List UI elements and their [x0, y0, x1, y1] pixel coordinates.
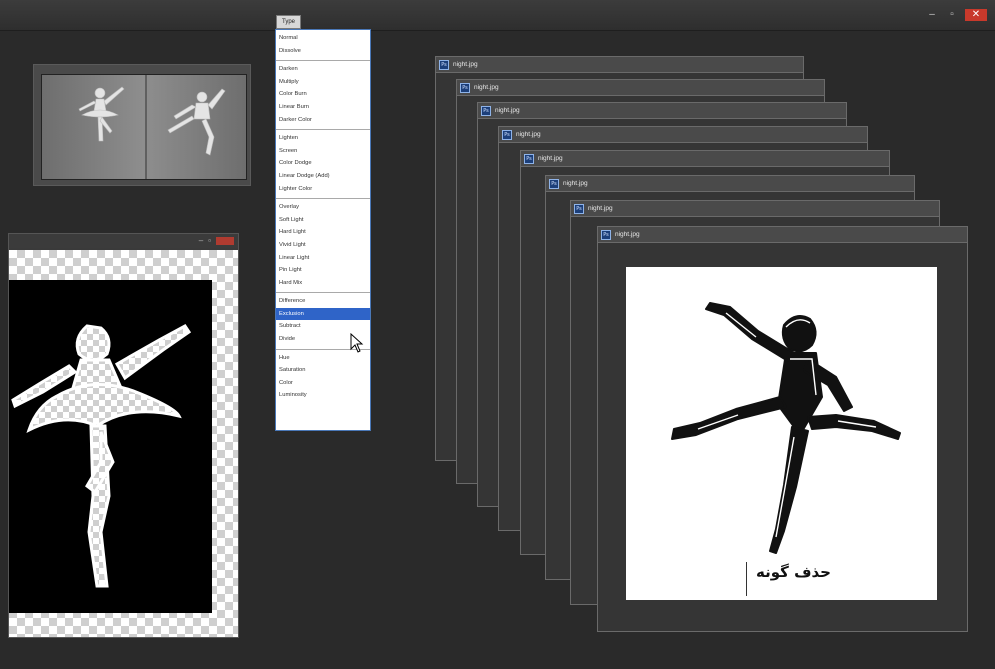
photoshop-icon: Ps	[502, 129, 512, 140]
blend-mode-option[interactable]: Lighter Color	[276, 183, 370, 196]
photoshop-icon: Ps	[524, 153, 534, 164]
document-title: night.jpg	[563, 180, 588, 187]
image-canvas[interactable]: حذف گونه	[626, 267, 937, 600]
caption-text: حذف گونه	[756, 563, 831, 581]
window-controls: – ▫ ✕	[925, 9, 987, 21]
blend-mode-group: Overlay Soft Light Hard Light Vivid Light Li…	[276, 199, 370, 294]
blend-mode-option[interactable]: Vivid Light	[276, 239, 370, 252]
document-tab[interactable]: Ps night.jpg	[521, 151, 889, 167]
blend-mode-option[interactable]: Exclusion	[276, 307, 370, 321]
blend-mode-option[interactable]: Saturation	[276, 364, 370, 377]
blend-mode-option[interactable]: Normal	[276, 32, 370, 45]
document-tab[interactable]: Ps night.jpg	[546, 176, 914, 192]
app-bar: – ▫ ✕	[0, 0, 995, 31]
doc-close-button[interactable]	[216, 237, 234, 245]
document-title: night.jpg	[495, 107, 520, 114]
dancer-illustration	[671, 302, 901, 554]
document-title: night.jpg	[453, 61, 478, 68]
document-titlebar: – ▫	[9, 234, 238, 248]
thumbnail-preview[interactable]	[33, 64, 251, 186]
photoshop-icon: Ps	[481, 105, 491, 116]
document-title: night.jpg	[474, 84, 499, 91]
blend-mode-option[interactable]: Darker Color	[276, 114, 370, 127]
blend-mode-dropdown: Normal Dissolve Darken Multiply Color Burn Li…	[275, 29, 371, 431]
blend-mode-option[interactable]: Color Burn	[276, 88, 370, 101]
text-caret	[746, 562, 747, 596]
photoshop-icon: Ps	[549, 178, 559, 189]
restore-button[interactable]: ▫	[945, 10, 959, 20]
ballerina-thumb-figure	[78, 86, 125, 142]
blend-mode-option[interactable]: Hue	[276, 352, 370, 365]
document-tab[interactable]: Ps night.jpg	[478, 103, 846, 119]
blend-mode-group: Hue Saturation Color Luminosity	[276, 350, 370, 405]
document-tab[interactable]: Ps night.jpg	[457, 80, 824, 96]
document-tab[interactable]: Ps night.jpg	[499, 127, 867, 143]
photoshop-icon: Ps	[601, 229, 611, 240]
blend-mode-group: Normal Dissolve	[276, 30, 370, 62]
photoshop-icon: Ps	[439, 59, 449, 70]
document-window-controls: – ▫	[199, 237, 234, 245]
blend-mode-group: Darken Multiply Color Burn Linear Burn Darke…	[276, 61, 370, 131]
document-tab[interactable]: Ps night.jpg	[571, 201, 939, 217]
document-title: night.jpg	[615, 231, 640, 238]
document-tab[interactable]: Ps night.jpg	[436, 57, 803, 73]
document-window-left[interactable]: – ▫	[8, 233, 239, 638]
document-window[interactable]: Ps night.jpg	[597, 226, 968, 632]
black-layer	[9, 280, 212, 613]
blend-mode-option[interactable]: Linear Dodge (Add)	[276, 170, 370, 183]
blend-mode-option[interactable]: Linear Light	[276, 252, 370, 265]
blend-mode-option[interactable]: Difference	[276, 295, 370, 308]
doc-minimize-button[interactable]: –	[199, 237, 203, 245]
document-tab[interactable]: Ps night.jpg	[598, 227, 967, 243]
transparent-canvas[interactable]	[9, 250, 238, 637]
dancer-thumb-figure	[167, 88, 226, 156]
document-title: night.jpg	[538, 155, 563, 162]
blend-mode-option[interactable]: Pin Light	[276, 264, 370, 277]
blend-mode-option[interactable]: Screen	[276, 145, 370, 158]
blend-mode-option[interactable]: Subtract	[276, 320, 370, 333]
document-title: night.jpg	[588, 205, 613, 212]
blend-mode-select[interactable]: Type	[276, 15, 301, 29]
blend-mode-option[interactable]: Luminosity	[276, 389, 370, 402]
ballerina-silhouette	[11, 324, 192, 588]
blend-mode-option[interactable]: Hard Mix	[276, 277, 370, 290]
document-title: night.jpg	[516, 131, 541, 138]
doc-restore-button[interactable]: ▫	[208, 237, 211, 245]
blend-mode-option[interactable]: Linear Burn	[276, 101, 370, 114]
blend-mode-option[interactable]: Dissolve	[276, 45, 370, 58]
blend-mode-option[interactable]: Darken	[276, 63, 370, 76]
blend-mode-option[interactable]: Lighten	[276, 132, 370, 145]
blend-mode-group: Lighten Screen Color Dodge Linear Dodge (Ad…	[276, 130, 370, 200]
blend-mode-option[interactable]: Multiply	[276, 76, 370, 89]
minimize-button[interactable]: –	[925, 10, 939, 20]
blend-mode-option[interactable]: Soft Light	[276, 214, 370, 227]
photoshop-icon: Ps	[574, 203, 584, 214]
photoshop-icon: Ps	[460, 82, 470, 93]
thumbnail-image	[41, 74, 247, 180]
blend-mode-option[interactable]: Overlay	[276, 201, 370, 214]
blend-mode-option[interactable]: Color Dodge	[276, 157, 370, 170]
blend-mode-option[interactable]: Color	[276, 377, 370, 390]
blend-mode-option[interactable]: Hard Light	[276, 226, 370, 239]
close-button[interactable]: ✕	[965, 9, 987, 21]
arrow-cursor-icon	[350, 333, 364, 353]
